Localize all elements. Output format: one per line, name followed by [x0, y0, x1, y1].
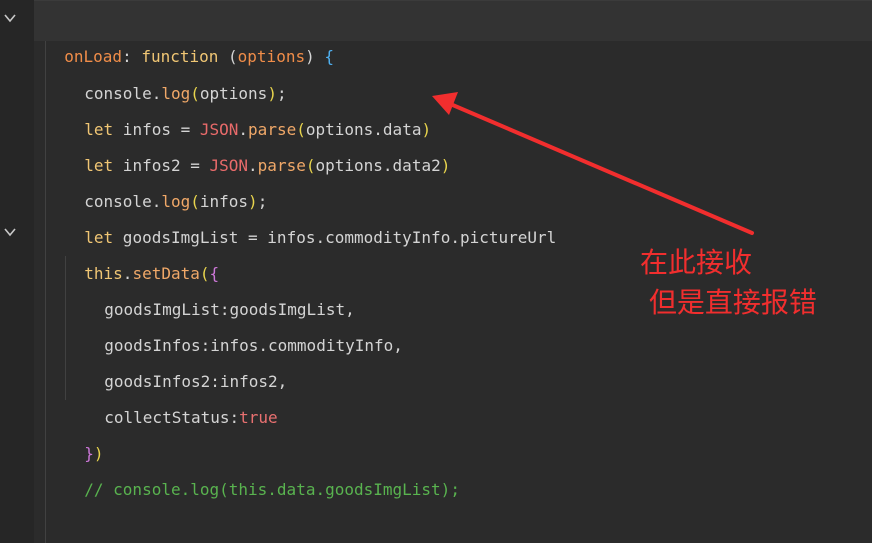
code-line-13[interactable]: // console.log(this.data.goodsImgList); [65, 436, 460, 499]
boolean-value: true [239, 408, 278, 427]
argument: options.data2 [315, 156, 441, 175]
code-line-9[interactable]: goodsInfos:infos.commodityInfo, [85, 292, 403, 355]
close-paren: ) [440, 156, 451, 175]
indent-guide [45, 40, 46, 543]
fold-chevron-down-icon[interactable] [0, 8, 20, 28]
fold-chevron-down-icon[interactable] [0, 222, 20, 242]
annotation-text-line-1: 在此接收 [640, 246, 753, 279]
code-line-4[interactable]: let infos2 = JSON.parse(options.data2) [65, 112, 450, 175]
open-brace: { [324, 47, 335, 66]
code-line-2[interactable]: console.log(options); [65, 40, 286, 103]
code-comment: // console.log(this.data.goodsImgList); [84, 480, 460, 499]
chevron-down-icon [4, 14, 16, 23]
chevron-down-icon [4, 228, 16, 237]
property-key: collectStatus: [104, 408, 240, 427]
code-line-3[interactable]: let infos = JSON.parse(options.data) [65, 76, 431, 139]
code-line-6[interactable]: let goodsImgList = infos.commodityInfo.p… [65, 184, 556, 247]
annotation-text-line-2: 但是直接报错 [640, 286, 817, 319]
editor-gutter [0, 0, 34, 543]
code-line-7[interactable]: this.setData({ [65, 220, 219, 283]
code-line-1[interactable]: onLoad: function (options) { [45, 3, 334, 66]
code-line-12[interactable]: }) [65, 400, 103, 463]
code-line-5[interactable]: console.log(infos); [65, 148, 267, 211]
code-line-8[interactable]: goodsImgList:goodsImgList, [85, 256, 354, 319]
close-paren: ) [305, 47, 315, 66]
code-line-11[interactable]: collectStatus:true [85, 364, 277, 427]
code-line-10[interactable]: goodsInfos2:infos2, [85, 328, 287, 391]
